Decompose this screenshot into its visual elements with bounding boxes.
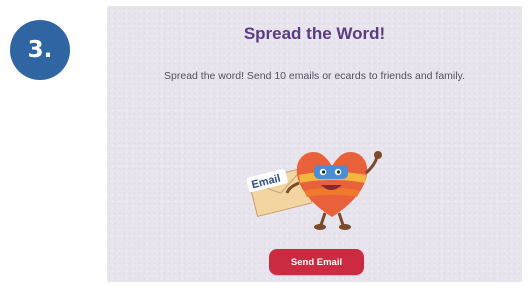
card-description: Spread the word! Send 10 emails or ecard… bbox=[164, 70, 465, 82]
step-number: 3. bbox=[27, 37, 53, 63]
heart-mascot-icon: Email bbox=[247, 151, 382, 230]
step-number-badge: 3. bbox=[10, 20, 70, 80]
spread-the-word-card: Spread the Word! Spread the word! Send 1… bbox=[107, 6, 522, 282]
card-title: Spread the Word! bbox=[243, 24, 386, 43]
send-email-button[interactable]: Send Email bbox=[269, 249, 364, 275]
